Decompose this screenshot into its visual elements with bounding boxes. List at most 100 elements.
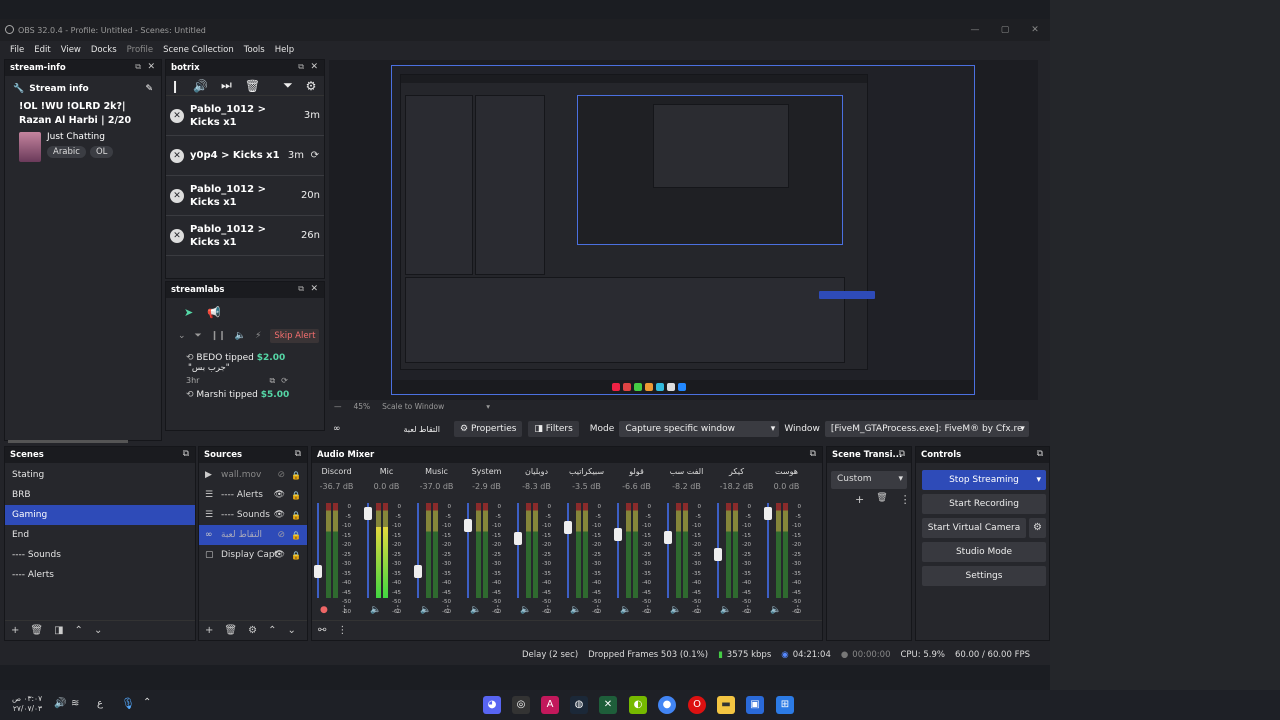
close-dock-icon[interactable]: ✕ [310, 284, 318, 294]
close-circle-icon[interactable]: ✕ [170, 228, 184, 243]
filters-button[interactable]: ◨ Filters [528, 421, 579, 437]
file-explorer-icon[interactable]: ▬ [717, 696, 735, 714]
volume-fader[interactable] [314, 503, 322, 598]
studio-mode-button[interactable]: Studio Mode [922, 542, 1046, 562]
float-icon[interactable]: ⧉ [810, 449, 816, 459]
speaker-icon[interactable]: 🔈 [520, 605, 531, 615]
chevron-down-icon[interactable]: ⌄ [94, 625, 102, 636]
scene-item[interactable]: Stating [5, 465, 195, 485]
volume-fader[interactable] [564, 503, 572, 598]
affinity-icon[interactable]: A [541, 696, 559, 714]
float-icon[interactable]: ⧉ [298, 284, 304, 294]
eye-icon[interactable]: 👁 [274, 510, 285, 520]
lock-icon[interactable]: 🔒 [291, 491, 301, 500]
menu-profile[interactable]: Profile [127, 45, 153, 55]
fader-handle[interactable] [314, 564, 322, 578]
gear-icon[interactable]: ⚙ [248, 625, 257, 636]
scale-mode[interactable]: Scale to Window [382, 402, 444, 411]
close-circle-icon[interactable]: ✕ [170, 108, 184, 123]
chevron-up-icon[interactable]: ⌃ [143, 697, 151, 708]
float-icon[interactable]: ⧉ [1037, 449, 1043, 459]
nvidia-icon[interactable]: ◐ [629, 696, 647, 714]
paper-plane-icon[interactable]: ➤ [184, 306, 193, 319]
close-icon[interactable]: ✕ [1020, 19, 1050, 41]
speaker-icon[interactable]: 🔈 [370, 605, 381, 615]
source-item[interactable]: ▢ Display Capt 👁 🔒 [199, 545, 307, 565]
fader-handle[interactable] [564, 521, 572, 535]
skip-icon[interactable]: ⏭ [221, 78, 232, 93]
link-icon[interactable]: ⚯ [318, 625, 326, 636]
scene-item[interactable]: ---- Alerts [5, 565, 195, 585]
menu-dots-icon[interactable]: ⋮ [543, 605, 552, 615]
opera-icon[interactable]: O [688, 696, 706, 714]
chevron-down-icon[interactable]: ⌄ [178, 331, 186, 341]
chevron-up-icon[interactable]: ⌃ [268, 625, 276, 636]
source-item[interactable]: ▶ wall.mov ⊘ 🔒 [199, 465, 307, 485]
menu-docks[interactable]: Docks [91, 45, 117, 55]
menu-tools[interactable]: Tools [244, 45, 265, 55]
chrome-icon[interactable]: ● [658, 696, 676, 714]
tag-chip[interactable]: OL [89, 146, 114, 158]
window-select[interactable]: [FiveM_GTAProcess.exe]: FiveM® by Cfx.re… [824, 421, 1029, 437]
close-circle-icon[interactable]: ✕ [170, 188, 184, 203]
volume-fader[interactable] [664, 503, 672, 598]
chevron-down-icon[interactable]: ▾ [1036, 470, 1041, 490]
minimize-icon[interactable]: — [960, 19, 990, 41]
funnel-icon[interactable]: ⏷ [195, 331, 202, 341]
float-icon[interactable]: ⧉ [899, 449, 905, 459]
add-icon[interactable]: + [205, 625, 213, 636]
scene-item[interactable]: End [5, 525, 195, 545]
menu-dots-icon[interactable]: ⋮ [743, 605, 752, 615]
xbox-icon[interactable]: ✕ [599, 696, 617, 714]
megaphone-icon[interactable]: 📢 [207, 306, 221, 319]
fader-handle[interactable] [664, 530, 672, 544]
scene-item[interactable]: Gaming [5, 505, 195, 525]
menu-dots-icon[interactable]: ⋮ [900, 493, 911, 506]
microphone-icon[interactable]: 🎙 [121, 697, 135, 710]
fader-handle[interactable] [364, 507, 372, 521]
menu-dots-icon[interactable]: ⋮ [643, 605, 652, 615]
menu-file[interactable]: File [10, 45, 24, 55]
discord-icon[interactable]: ◕ [483, 696, 501, 714]
replay-icon[interactable]: ⟳ [311, 150, 319, 161]
menu-help[interactable]: Help [275, 45, 294, 55]
stop-streaming-button[interactable]: Stop Streaming ▾ [922, 470, 1046, 490]
menu-dots-icon[interactable]: ⋮ [593, 605, 602, 615]
trash-icon[interactable]: 🗑 [876, 493, 887, 506]
skip-alert-button[interactable]: Skip Alert [270, 329, 320, 343]
menu-dots-icon[interactable]: ⋮ [693, 605, 702, 615]
speaker-icon[interactable]: ● [320, 605, 328, 615]
refresh-icon[interactable]: ⟳ [281, 376, 288, 386]
source-item[interactable]: ☰ ---- Sounds 👁 🔒 [199, 505, 307, 525]
lock-icon[interactable]: 🔒 [291, 471, 301, 480]
start-recording-button[interactable]: Start Recording [922, 494, 1046, 514]
splitter-handle[interactable] [8, 440, 128, 443]
fader-handle[interactable] [764, 507, 772, 521]
volume-fader[interactable] [764, 503, 772, 598]
speaker-icon[interactable]: 🔈 [420, 605, 431, 615]
filter-icon[interactable]: ◨ [54, 625, 63, 636]
menu-dots-icon[interactable]: ⋮ [340, 605, 349, 615]
speaker-icon[interactable]: 🔈 [770, 605, 781, 615]
replay-icon[interactable]: ⟲ [186, 353, 194, 363]
start-virtual-camera-button[interactable]: Start Virtual Camera [922, 518, 1026, 538]
volume-icon[interactable]: 🔈 [235, 331, 246, 341]
volume-fader[interactable] [714, 503, 722, 598]
speaker-icon[interactable]: 🔈 [620, 605, 631, 615]
volume-icon[interactable]: 🔊 [193, 79, 208, 93]
mode-select[interactable]: Capture specific window ▾ [619, 421, 780, 437]
copy-icon[interactable]: ⧉ [269, 376, 275, 386]
eye-slash-icon[interactable]: ⊘ [277, 530, 285, 540]
eye-icon[interactable]: 👁 [274, 550, 285, 560]
menu-dots-icon[interactable]: ⋮ [443, 605, 452, 615]
source-item[interactable]: ∞ التقاط لعبة ⊘ 🔒 [199, 525, 307, 545]
gear-icon[interactable]: ⚙ [306, 79, 317, 93]
menu-scene-collection[interactable]: Scene Collection [163, 45, 234, 55]
fader-handle[interactable] [614, 527, 622, 541]
menu-edit[interactable]: Edit [34, 45, 50, 55]
fader-handle[interactable] [414, 564, 422, 578]
close-circle-icon[interactable]: ✕ [170, 148, 184, 163]
volume-fader[interactable] [514, 503, 522, 598]
lock-icon[interactable]: 🔒 [291, 511, 301, 520]
trash-icon[interactable]: 🗑 [224, 625, 237, 636]
